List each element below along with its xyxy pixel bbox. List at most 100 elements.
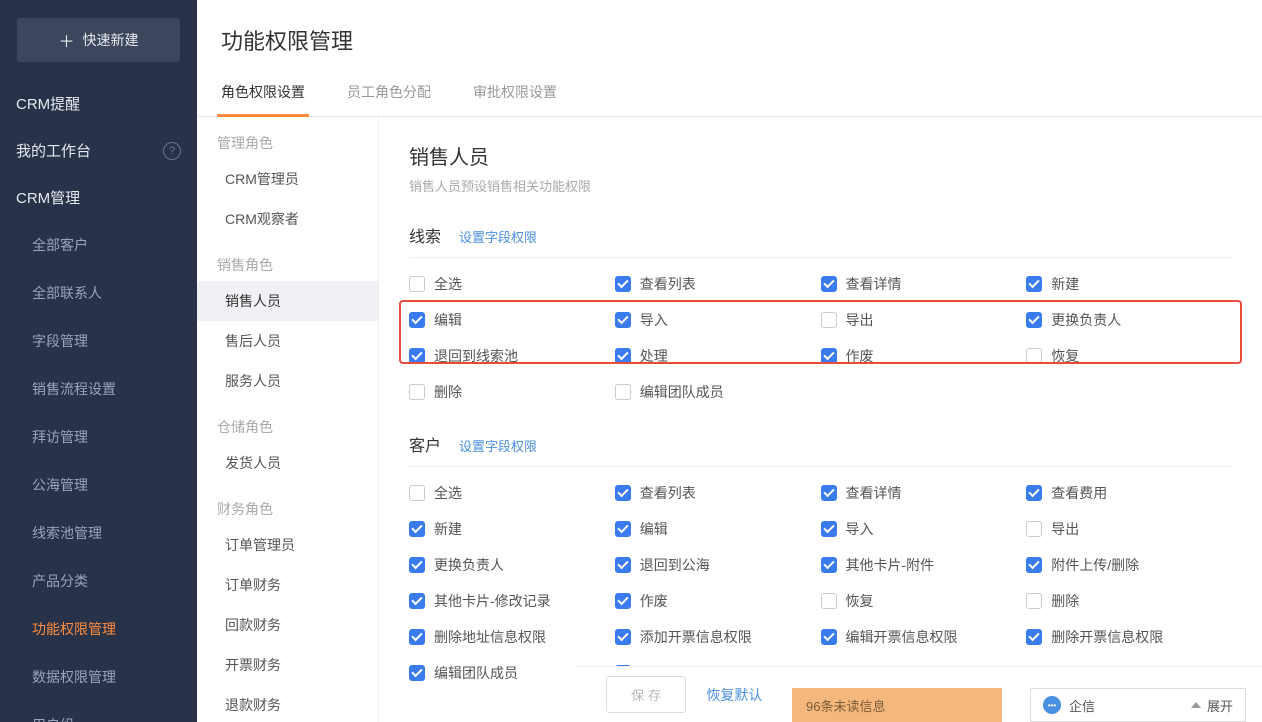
checkbox[interactable] [821,593,837,609]
field-permission-link[interactable]: 设置字段权限 [459,436,537,455]
save-button[interactable]: 保 存 [606,676,686,713]
perm-item[interactable]: 删除地址信息权限 [409,625,615,649]
role-item[interactable]: 服务人员 [197,361,378,401]
perm-item[interactable]: 其他卡片-修改记录 [409,589,615,613]
perm-item[interactable]: 附件上传/删除 [1026,553,1232,577]
unread-bar[interactable]: 96条未读信息 [792,688,1002,722]
sidebar-item[interactable]: 线索池管理 [0,509,197,557]
perm-item[interactable]: 全选 [409,272,615,296]
checkbox[interactable] [821,521,837,537]
perm-item[interactable]: 导出 [821,308,1027,332]
checkbox[interactable] [821,276,837,292]
role-item[interactable]: 订单管理员 [197,525,378,565]
perm-item[interactable]: 全选 [409,481,615,505]
checkbox[interactable] [1026,276,1042,292]
checkbox[interactable] [821,629,837,645]
role-item[interactable]: 售后人员 [197,321,378,361]
perm-item[interactable]: 查看详情 [821,272,1027,296]
reset-link[interactable]: 恢复默认 [706,685,762,705]
checkbox[interactable] [1026,557,1042,573]
role-item[interactable]: 销售人员 [197,281,378,321]
perm-item[interactable]: 新建 [1026,272,1232,296]
perm-item[interactable]: 编辑开票信息权限 [821,625,1027,649]
perm-item[interactable]: 更换负责人 [1026,308,1232,332]
sidebar-heading[interactable]: CRM提醒 [0,80,197,127]
checkbox[interactable] [821,312,837,328]
perm-item[interactable]: 查看列表 [615,481,821,505]
checkbox[interactable] [615,485,631,501]
checkbox[interactable] [409,384,425,400]
role-item[interactable]: CRM管理员 [197,159,378,199]
perm-item[interactable]: 编辑 [615,517,821,541]
checkbox[interactable] [615,521,631,537]
perm-item[interactable]: 查看详情 [821,481,1027,505]
sidebar-item[interactable]: 全部客户 [0,221,197,269]
perm-item[interactable]: 删除 [409,380,615,404]
checkbox[interactable] [409,665,425,681]
perm-item[interactable]: 其他卡片-附件 [821,553,1027,577]
checkbox[interactable] [1026,485,1042,501]
perm-item[interactable]: 添加开票信息权限 [615,625,821,649]
perm-item[interactable]: 更换负责人 [409,553,615,577]
checkbox[interactable] [615,593,631,609]
checkbox[interactable] [821,557,837,573]
checkbox[interactable] [615,384,631,400]
perm-item[interactable]: 作废 [615,589,821,613]
sidebar-item[interactable]: 公海管理 [0,461,197,509]
field-permission-link[interactable]: 设置字段权限 [459,227,537,246]
checkbox[interactable] [615,276,631,292]
checkbox[interactable] [615,348,631,364]
checkbox[interactable] [821,348,837,364]
checkbox[interactable] [1026,593,1042,609]
perm-item[interactable]: 删除 [1026,589,1232,613]
perm-item[interactable]: 退回到公海 [615,553,821,577]
checkbox[interactable] [615,312,631,328]
checkbox[interactable] [409,521,425,537]
checkbox[interactable] [1026,521,1042,537]
sidebar-item[interactable]: 用户组 [0,701,197,722]
sidebar-item[interactable]: 产品分类 [0,557,197,605]
permissions-panel[interactable]: 销售人员销售人员预设销售相关功能权限线索设置字段权限全选查看列表查看详情新建编辑… [379,117,1262,722]
role-item[interactable]: 回款财务 [197,605,378,645]
sidebar-item[interactable]: 功能权限管理 [0,605,197,653]
checkbox[interactable] [409,557,425,573]
sidebar-item[interactable]: 全部联系人 [0,269,197,317]
role-item[interactable]: 退款财务 [197,685,378,722]
perm-item[interactable]: 退回到线索池 [409,344,615,368]
role-item[interactable]: CRM观察者 [197,199,378,239]
perm-item[interactable]: 导入 [615,308,821,332]
quick-new-button[interactable]: ＋ 快速新建 [17,18,180,62]
checkbox[interactable] [615,557,631,573]
checkbox[interactable] [409,629,425,645]
checkbox[interactable] [1026,312,1042,328]
perm-item[interactable]: 恢复 [1026,344,1232,368]
checkbox[interactable] [1026,348,1042,364]
sidebar-scroll[interactable]: CRM提醒我的工作台?CRM管理全部客户全部联系人字段管理销售流程设置拜访管理公… [0,80,197,722]
help-icon[interactable]: ? [163,142,181,160]
sidebar-heading[interactable]: 我的工作台? [0,127,197,174]
checkbox[interactable] [409,593,425,609]
perm-item[interactable]: 查看费用 [1026,481,1232,505]
roles-list[interactable]: 管理角色CRM管理员CRM观察者销售角色销售人员售后人员服务人员仓储角色发货人员… [197,117,379,722]
perm-item[interactable]: 编辑团队成员 [615,380,821,404]
checkbox[interactable] [409,276,425,292]
chat-bar[interactable]: ••• 企信 展开 [1030,688,1246,722]
sidebar-item[interactable]: 拜访管理 [0,413,197,461]
sidebar-item[interactable]: 数据权限管理 [0,653,197,701]
perm-item[interactable]: 导入 [821,517,1027,541]
checkbox[interactable] [1026,629,1042,645]
tab[interactable]: 员工角色分配 [343,68,435,116]
sidebar-heading[interactable]: CRM管理 [0,174,197,221]
role-item[interactable]: 订单财务 [197,565,378,605]
perm-item[interactable]: 处理 [615,344,821,368]
perm-item[interactable]: 恢复 [821,589,1027,613]
perm-item[interactable]: 作废 [821,344,1027,368]
checkbox[interactable] [615,629,631,645]
perm-item[interactable]: 导出 [1026,517,1232,541]
role-item[interactable]: 发货人员 [197,443,378,483]
checkbox[interactable] [409,485,425,501]
checkbox[interactable] [409,312,425,328]
sidebar-item[interactable]: 字段管理 [0,317,197,365]
perm-item[interactable]: 编辑 [409,308,615,332]
tab[interactable]: 角色权限设置 [217,68,309,116]
